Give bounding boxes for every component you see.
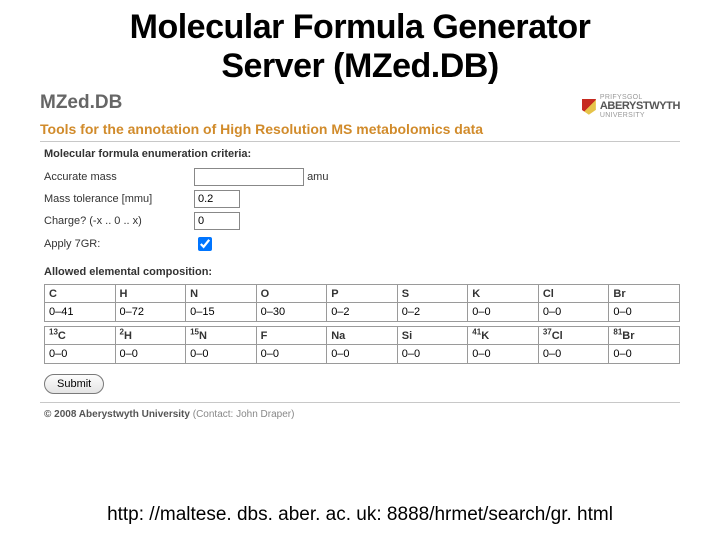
elem-range-input[interactable]: [540, 304, 608, 320]
source-url: http: //maltese. dbs. aber. ac. uk: 8888…: [0, 504, 720, 526]
elem-header: 13C: [45, 327, 116, 345]
app-logo: MZed.DB: [40, 92, 122, 114]
elem-range-input[interactable]: [46, 304, 114, 320]
elem-range-input[interactable]: [469, 304, 537, 320]
mass-tolerance-input[interactable]: [194, 190, 240, 208]
shield-icon: [582, 99, 596, 115]
apply-7gr-checkbox[interactable]: [198, 237, 212, 251]
elements-table-2: 13C2H15NFNaSi41K37Cl81Br: [44, 326, 680, 364]
amu-unit: amu: [307, 171, 328, 183]
app-screenshot: MZed.DB PRIFYSGOL ABERYSTWYTH UNIVERSITY…: [0, 88, 720, 420]
title-line2: Server (MZed.DB): [221, 47, 498, 85]
app-tagline: Tools for the annotation of High Resolut…: [40, 121, 680, 137]
elem-range-input[interactable]: [187, 304, 255, 320]
accurate-mass-input[interactable]: [194, 168, 304, 186]
uni-name: ABERYSTWYTH: [600, 101, 680, 112]
accurate-mass-label: Accurate mass: [44, 166, 194, 188]
elem-header: S: [397, 285, 468, 303]
elem-header: 15N: [186, 327, 257, 345]
mass-tolerance-label: Mass tolerance [mmu]: [44, 188, 194, 210]
elem-range-input[interactable]: [328, 304, 396, 320]
criteria-table: Accurate mass amu Mass tolerance [mmu] C…: [44, 166, 334, 256]
divider: [40, 402, 680, 403]
elem-header: Cl: [538, 285, 609, 303]
elem-range-input[interactable]: [610, 346, 678, 362]
elem-range-input[interactable]: [540, 346, 608, 362]
university-badge: PRIFYSGOL ABERYSTWYTH UNIVERSITY: [582, 94, 680, 119]
elements-table-1: CHNOPSKClBr: [44, 284, 680, 322]
elem-header: C: [45, 285, 116, 303]
elem-range-input[interactable]: [610, 304, 678, 320]
elem1-value-row: [45, 303, 680, 322]
elem-range-input[interactable]: [258, 346, 326, 362]
elem-range-input[interactable]: [46, 346, 114, 362]
title-line1: Molecular Formula Generator: [130, 8, 591, 46]
elem-header: K: [468, 285, 539, 303]
elem-header: Si: [397, 327, 468, 345]
elem-header: 37Cl: [538, 327, 609, 345]
elem2-value-row: [45, 345, 680, 364]
elem-header: H: [115, 285, 186, 303]
elem-range-input[interactable]: [187, 346, 255, 362]
elem-header: 2H: [115, 327, 186, 345]
elem-header: Br: [609, 285, 680, 303]
elem-header: P: [327, 285, 398, 303]
elem-header: N: [186, 285, 257, 303]
footer: © 2008 Aberystwyth University (Contact: …: [44, 409, 680, 420]
elem-range-input[interactable]: [399, 346, 467, 362]
elem-header: 41K: [468, 327, 539, 345]
charge-label: Charge? (-x .. 0 .. x): [44, 210, 194, 232]
elem-range-input[interactable]: [328, 346, 396, 362]
elem-header: 81Br: [609, 327, 680, 345]
elem-header: F: [256, 327, 327, 345]
elem-range-input[interactable]: [258, 304, 326, 320]
apply-7gr-label: Apply 7GR:: [44, 232, 194, 256]
slide-title: Molecular Formula Generator Server (MZed…: [0, 0, 720, 88]
submit-button[interactable]: Submit: [44, 374, 104, 394]
footer-contact: (Contact: John Draper): [193, 409, 295, 420]
footer-copyright: © 2008 Aberystwyth University: [44, 409, 190, 420]
elem-range-input[interactable]: [469, 346, 537, 362]
elem-range-input[interactable]: [117, 346, 185, 362]
criteria-heading: Molecular formula enumeration criteria:: [44, 148, 680, 160]
elem-header: O: [256, 285, 327, 303]
elem2-header-row: 13C2H15NFNaSi41K37Cl81Br: [45, 327, 680, 345]
charge-input[interactable]: [194, 212, 240, 230]
elem-range-input[interactable]: [399, 304, 467, 320]
elem1-header-row: CHNOPSKClBr: [45, 285, 680, 303]
divider: [40, 141, 680, 142]
uni-bottom: UNIVERSITY: [600, 112, 680, 119]
elem-range-input[interactable]: [117, 304, 185, 320]
elem-header: Na: [327, 327, 398, 345]
elements-heading: Allowed elemental composition:: [44, 266, 680, 278]
